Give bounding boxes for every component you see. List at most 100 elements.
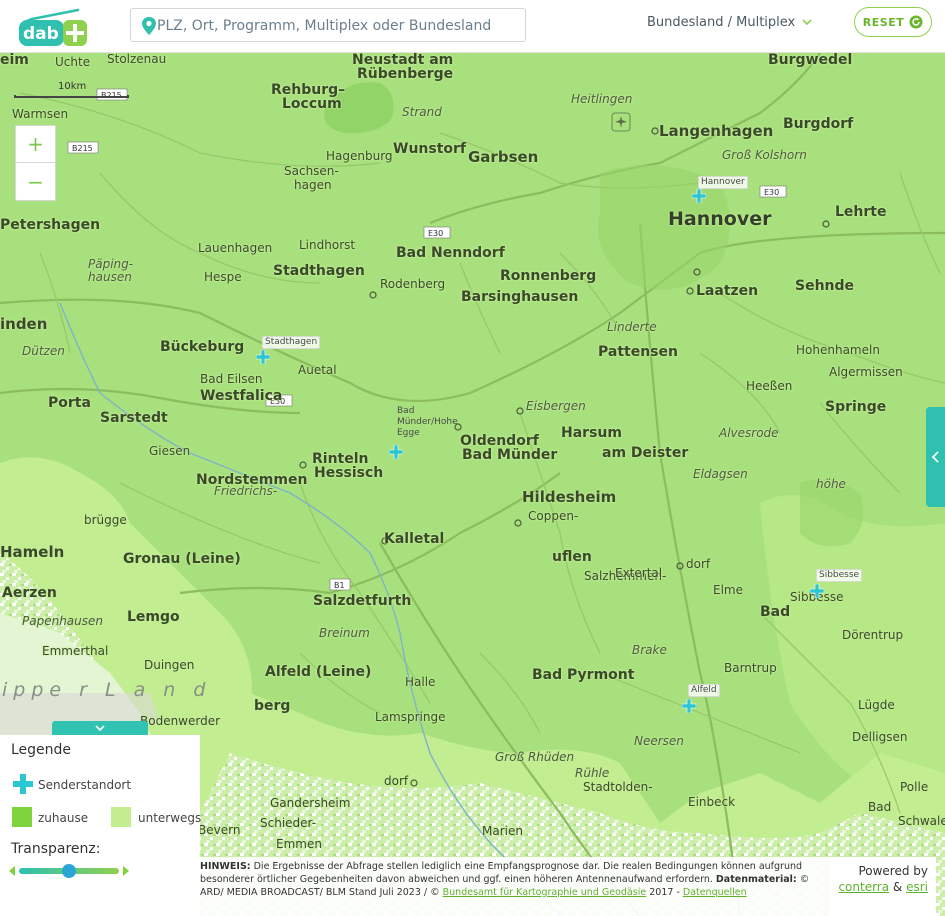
- place-label: Rehburg–: [271, 82, 346, 98]
- place-label: Gronau (Leine): [123, 551, 241, 567]
- bundesland-multiplex-dropdown[interactable]: Bundesland / Multiplex: [647, 12, 813, 32]
- place-label: Neustadt am: [352, 53, 454, 68]
- place-label: Papenhausen: [22, 614, 103, 628]
- side-panel-toggle[interactable]: [926, 407, 945, 507]
- search-input[interactable]: [157, 13, 517, 39]
- legend-transmitter-label: Senderstandort: [38, 778, 132, 792]
- place-label: Dörentrup: [842, 628, 904, 642]
- data-sources-link[interactable]: Datenquellen: [683, 887, 747, 898]
- road-label-b1: B1: [334, 581, 345, 590]
- chevron-down-icon: [802, 19, 812, 26]
- place-label: Sehnde: [795, 278, 855, 294]
- place-label: Marien: [482, 824, 523, 838]
- place-label: Päping-: [88, 257, 134, 271]
- place-label: Hameln: [0, 543, 65, 561]
- slider-left-arrow-icon[interactable]: [9, 866, 15, 876]
- transmitter-label: Sibbesse: [816, 569, 863, 582]
- place-label: Emmerthal: [42, 644, 109, 658]
- legend-title: Legende: [11, 742, 72, 758]
- place-label: Wunstorf: [393, 141, 467, 157]
- zoom-in-button[interactable]: +: [16, 126, 55, 163]
- transmitter-marker-icon[interactable]: [256, 350, 270, 364]
- place-label: Hagenburg: [326, 149, 393, 163]
- place-label: Halle: [405, 675, 436, 689]
- place-label: Sachsen-: [284, 164, 339, 178]
- place-label: Giesen: [149, 444, 191, 458]
- reset-button[interactable]: RESET: [854, 7, 932, 37]
- legend-mobile-swatch: [111, 807, 131, 827]
- place-label: Barsinghausen: [461, 289, 579, 305]
- place-label: eim: [0, 53, 29, 68]
- place-label: Petershagen: [0, 217, 101, 233]
- place-label: Emmen: [276, 837, 322, 851]
- road-label-b215-b: B215: [72, 144, 93, 153]
- place-label: Stadtolden-: [583, 780, 653, 794]
- place-label: Hespe: [204, 270, 242, 284]
- esri-link[interactable]: esri: [906, 880, 928, 894]
- bkg-link[interactable]: Bundesamt für Kartographie und Geodäsie: [443, 887, 647, 898]
- zoom-out-button[interactable]: −: [16, 163, 55, 200]
- transmitter-marker-icon[interactable]: [682, 699, 696, 713]
- transmitter-marker-icon[interactable]: [692, 189, 706, 203]
- conterra-link[interactable]: conterra: [838, 880, 889, 894]
- legend-collapse-tab[interactable]: [52, 721, 148, 735]
- slider-right-arrow-icon[interactable]: [123, 866, 129, 876]
- chevron-left-icon: [931, 451, 939, 463]
- scale-bar-line: [14, 95, 129, 98]
- reset-label: RESET: [862, 15, 905, 29]
- place-label: Schieder-: [260, 816, 317, 830]
- place-label: Kalletal: [384, 531, 445, 547]
- coverage-map[interactable]: B215 B215 E30 E30 E30 B1 Neustadt am Rüb…: [0, 53, 945, 916]
- place-label: Langenhagen: [659, 122, 774, 140]
- place-label: Strand: [402, 105, 442, 119]
- place-label: Hohenhameln: [796, 343, 880, 357]
- place-label: Bad: [760, 604, 791, 620]
- legend-mobile-label: unterwegs: [138, 811, 202, 825]
- place-label: Groß Kolshorn: [722, 148, 807, 162]
- region-label-lipper-land: ippe r L a n d: [2, 679, 212, 701]
- place-label: Linderte: [607, 320, 657, 334]
- place-label: Stolzenau: [107, 53, 167, 66]
- legend-home-swatch: [12, 807, 32, 827]
- place-label: hagen: [294, 178, 332, 192]
- place-label: Auetal: [298, 363, 337, 377]
- place-label: Westfalica: [200, 388, 283, 404]
- place-label: Rühle: [575, 766, 610, 780]
- transmitter-label: Bad Münder/Hohe Egge: [397, 406, 458, 438]
- place-label: Lamspringe: [375, 710, 446, 724]
- transmitter-marker-icon[interactable]: [810, 584, 824, 598]
- place-label: Bückeburg: [160, 339, 245, 355]
- road-label-e30-a: E30: [428, 229, 443, 238]
- place-label: Rinteln: [312, 451, 369, 467]
- place-label: Stadthagen: [273, 263, 365, 279]
- year-text: 2017 -: [646, 887, 683, 898]
- place-label: Eisbergen: [526, 399, 586, 413]
- place-label: Lauenhagen: [198, 241, 273, 255]
- place-label: Sarstedt: [100, 410, 168, 426]
- place-label: Heitlingen: [571, 92, 633, 106]
- place-label: Lemgo: [127, 609, 180, 625]
- place-label: Lindhorst: [299, 238, 356, 252]
- place-label: Aerzen: [2, 585, 57, 601]
- svg-text:dab: dab: [23, 24, 59, 44]
- place-label: Hannover: [668, 208, 772, 230]
- place-label: Bevern: [198, 823, 241, 837]
- place-label: Barntrup: [724, 661, 777, 675]
- amp-text: &: [889, 880, 907, 894]
- place-label: Harsum: [561, 425, 622, 441]
- place-label: Brake: [632, 643, 667, 657]
- transmitter-marker-icon[interactable]: [389, 445, 403, 459]
- place-label: inden: [0, 315, 48, 333]
- place-label: Heeßen: [746, 379, 793, 393]
- search-field[interactable]: [130, 8, 526, 42]
- transparency-slider[interactable]: [8, 863, 130, 879]
- dab-plus-logo[interactable]: dab: [18, 8, 88, 48]
- place-label: Pattensen: [598, 344, 678, 360]
- legend-panel: Legende Senderstandort zuhause unterwegs…: [0, 735, 202, 916]
- slider-handle[interactable]: [62, 864, 76, 878]
- place-label: Lügde: [858, 698, 895, 712]
- hint-bold: HINWEIS:: [200, 861, 251, 872]
- zoom-control: + −: [15, 125, 56, 201]
- place-label: Duingen: [144, 658, 195, 672]
- refresh-icon: [909, 15, 923, 29]
